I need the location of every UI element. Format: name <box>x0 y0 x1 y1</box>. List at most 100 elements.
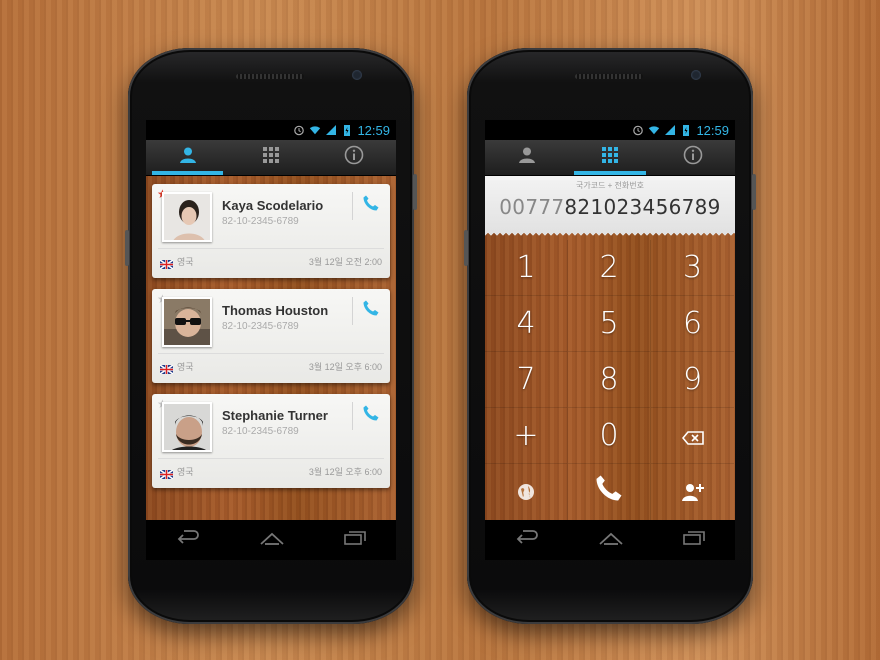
home-icon[interactable] <box>259 531 285 550</box>
dialpad-icon <box>601 146 619 169</box>
key-plus[interactable]: + <box>485 408 568 464</box>
screen-contacts: 12:59 ★ Kaya Scodelario 82-10-2345-6789 <box>146 120 396 560</box>
divider <box>352 402 353 430</box>
call-button[interactable] <box>360 194 382 216</box>
info-icon <box>683 145 703 170</box>
front-camera <box>691 70 701 80</box>
speaker-grille <box>236 74 304 79</box>
phone-left: 12:59 ★ Kaya Scodelario 82-10-2345-6789 <box>125 48 417 624</box>
tab-dialpad[interactable] <box>229 140 312 175</box>
signal-icon <box>664 124 676 136</box>
back-icon[interactable] <box>176 529 200 551</box>
contact-card[interactable]: ★ Kaya Scodelario 82-10-2345-6789 영국 3월 … <box>152 184 390 278</box>
key-8[interactable]: 8 <box>568 352 651 408</box>
contact-phone: 82-10-2345-6789 <box>222 426 299 437</box>
contact-name: Thomas Houston <box>222 303 329 318</box>
contact-country: 영국 <box>177 467 194 477</box>
key-9[interactable]: 9 <box>651 352 734 408</box>
contact-phone: 82-10-2345-6789 <box>222 216 299 227</box>
signal-icon <box>325 124 337 136</box>
key-5[interactable]: 5 <box>568 296 651 352</box>
add-contact-button[interactable] <box>651 464 734 520</box>
key-6[interactable]: 6 <box>651 296 734 352</box>
dialpad: 1 2 3 4 5 6 7 8 9 + 0 <box>485 240 735 520</box>
volume-button <box>125 230 129 266</box>
number-main: 821023456789 <box>564 195 721 219</box>
battery-icon <box>341 124 353 136</box>
screen-dialer: 12:59 국가코드 + 전화번호 00777821023456789 1 2 … <box>485 120 735 560</box>
backspace-button[interactable] <box>651 408 734 464</box>
tab-info[interactable] <box>652 140 735 175</box>
wifi-icon <box>648 124 660 136</box>
key-3[interactable]: 3 <box>651 240 734 296</box>
key-0[interactable]: 0 <box>568 408 651 464</box>
status-bar: 12:59 <box>146 120 396 140</box>
back-icon[interactable] <box>515 529 539 551</box>
uk-flag-icon <box>159 466 174 480</box>
contact-phone: 82-10-2345-6789 <box>222 321 299 332</box>
tab-bar <box>146 140 396 176</box>
tab-info[interactable] <box>313 140 396 175</box>
divider <box>158 458 384 459</box>
contact-country: 영국 <box>177 257 194 267</box>
dialed-number: 00777821023456789 <box>485 191 735 219</box>
phone-icon <box>362 194 380 217</box>
contact-card[interactable]: ★ Thomas Houston 82-10-2345-6789 영국 3월 1… <box>152 289 390 383</box>
call-button[interactable] <box>360 404 382 426</box>
tab-bar <box>485 140 735 176</box>
volume-button <box>464 230 468 266</box>
divider <box>352 297 353 325</box>
recent-apps-icon[interactable] <box>344 530 367 550</box>
power-button <box>413 174 417 210</box>
key-4[interactable]: 4 <box>485 296 568 352</box>
contact-card[interactable]: ★ Stephanie Turner 82-10-2345-6789 영국 3월… <box>152 394 390 488</box>
alarm-icon <box>293 124 305 136</box>
contact-time: 3월 12일 오후 6:00 <box>308 467 382 477</box>
nav-bar <box>146 520 396 560</box>
front-camera <box>352 70 362 80</box>
globe-icon <box>516 475 536 510</box>
nav-bar <box>485 520 735 560</box>
dial-call-button[interactable] <box>568 464 651 520</box>
battery-icon <box>680 124 692 136</box>
phone-right: 12:59 국가코드 + 전화번호 00777821023456789 1 2 … <box>464 48 756 624</box>
contacts-icon <box>179 146 197 169</box>
add-contact-icon <box>681 475 705 510</box>
phone-icon <box>594 473 624 511</box>
phone-icon <box>362 404 380 427</box>
backspace-icon <box>681 418 704 453</box>
tab-contacts[interactable] <box>485 140 568 175</box>
recent-apps-icon[interactable] <box>683 530 706 550</box>
tab-dialpad[interactable] <box>568 140 651 175</box>
power-button <box>752 174 756 210</box>
phone-icon <box>362 299 380 322</box>
info-icon <box>344 145 364 170</box>
contact-time: 3월 12일 오전 2:00 <box>308 257 382 267</box>
call-button[interactable] <box>360 299 382 321</box>
key-7[interactable]: 7 <box>485 352 568 408</box>
dialpad-icon <box>262 146 280 169</box>
speaker-grille <box>575 74 643 79</box>
contacts-list: ★ Kaya Scodelario 82-10-2345-6789 영국 3월 … <box>146 176 396 520</box>
status-bar: 12:59 <box>485 120 735 140</box>
uk-flag-icon <box>159 361 174 375</box>
contact-name: Kaya Scodelario <box>222 198 324 213</box>
avatar <box>162 402 212 452</box>
avatar <box>162 192 212 242</box>
uk-flag-icon <box>159 256 174 270</box>
contact-country: 영국 <box>177 362 194 372</box>
globe-button[interactable] <box>485 464 568 520</box>
contact-name: Stephanie Turner <box>222 408 328 423</box>
status-time: 12:59 <box>696 122 729 138</box>
contacts-icon <box>518 146 536 169</box>
key-1[interactable]: 1 <box>485 240 568 296</box>
number-display[interactable]: 국가코드 + 전화번호 00777821023456789 <box>485 176 735 232</box>
divider <box>158 353 384 354</box>
number-prefix: 00777 <box>499 195 565 219</box>
status-time: 12:59 <box>357 122 390 138</box>
alarm-icon <box>632 124 644 136</box>
key-2[interactable]: 2 <box>568 240 651 296</box>
tab-contacts[interactable] <box>146 140 229 175</box>
paper-edge <box>485 232 735 238</box>
home-icon[interactable] <box>598 531 624 550</box>
